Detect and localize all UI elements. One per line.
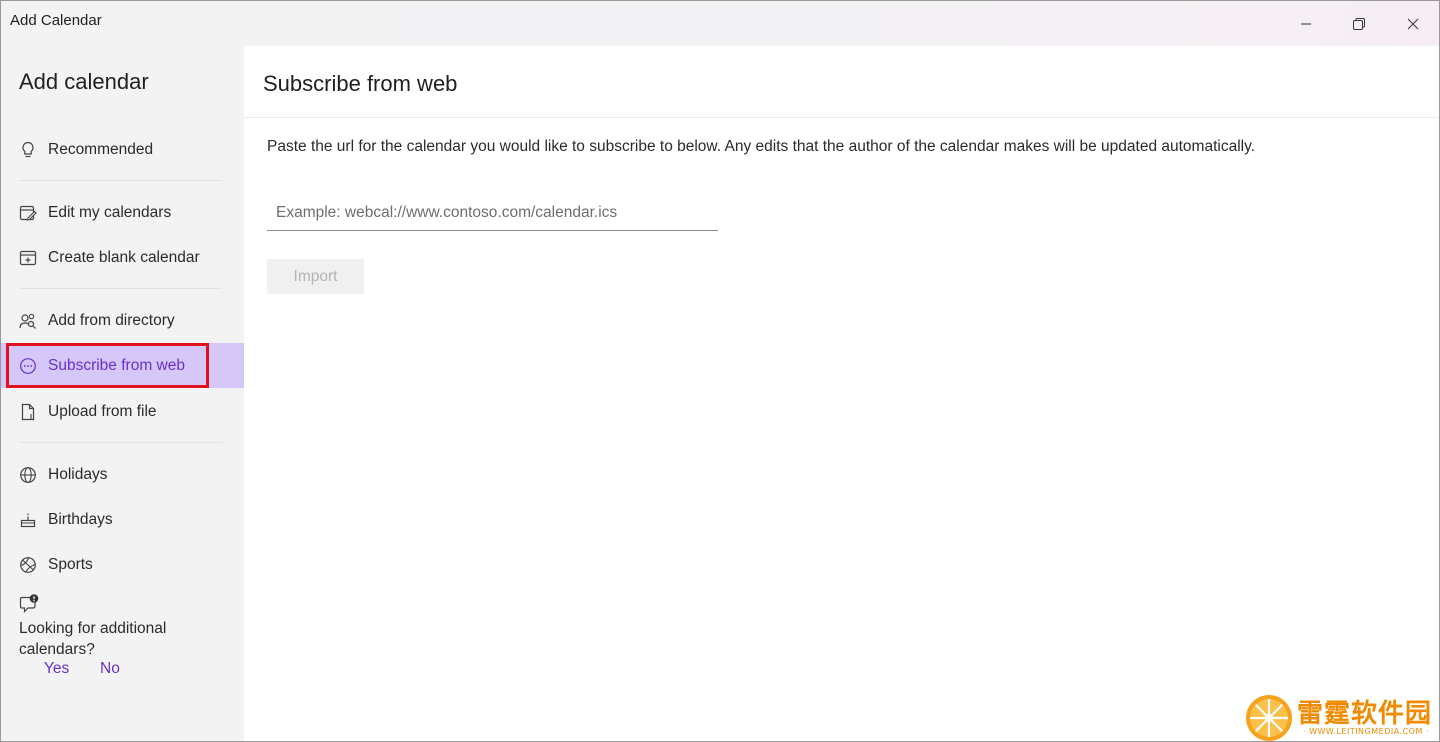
close-button[interactable] (1386, 1, 1439, 46)
watermark: 雷霆软件园 · WWW.LEITINGMEDIA.COM · (1241, 691, 1439, 741)
sidebar-item-label: Birthdays (48, 510, 113, 528)
sidebar-item-create-blank-calendar[interactable]: Create blank calendar (1, 235, 244, 280)
cake-icon (19, 511, 37, 529)
feedback-yes-link[interactable]: Yes (44, 660, 69, 678)
sidebar-item-recommended[interactable]: Recommended (1, 127, 244, 172)
sidebar-item-label: Create blank calendar (48, 248, 200, 266)
web-subscribe-icon (19, 357, 37, 375)
globe-icon (19, 466, 37, 484)
main-panel: Subscribe from web Paste the url for the… (244, 46, 1439, 741)
window-title: Add Calendar (10, 12, 102, 29)
watermark-text: 雷霆软件园 (1297, 699, 1433, 729)
restore-button[interactable] (1332, 1, 1386, 46)
lightbulb-icon (19, 141, 37, 159)
subscribe-description: Paste the url for the calendar you would… (267, 138, 1255, 155)
page-title: Subscribe from web (263, 71, 458, 96)
import-button[interactable]: Import (267, 259, 364, 294)
sidebar-item-edit-my-calendars[interactable]: Edit my calendars (1, 190, 244, 235)
sidebar-item-label: Edit my calendars (48, 203, 172, 221)
feedback-no-link[interactable]: No (100, 660, 120, 678)
sidebar-item-label: Subscribe from web (48, 356, 185, 374)
sidebar: Add calendar Recommended Edit my calenda… (1, 46, 244, 741)
document-icon (19, 403, 37, 421)
sidebar-heading: Add calendar (19, 69, 149, 94)
minimize-button[interactable] (1279, 1, 1333, 46)
people-search-icon (19, 312, 37, 330)
sidebar-item-label: Add from directory (48, 311, 175, 329)
sidebar-item-add-from-directory[interactable]: Add from directory (1, 298, 244, 343)
sidebar-item-label: Upload from file (48, 402, 157, 420)
sidebar-item-holidays[interactable]: Holidays (1, 452, 244, 497)
sidebar-item-sports[interactable]: Sports (1, 542, 244, 587)
title-bar: Add Calendar (1, 1, 1439, 46)
ball-icon (19, 556, 37, 574)
calendar-add-icon (19, 249, 37, 267)
feedback-question: Looking for additional calendars? (19, 620, 167, 658)
sidebar-item-label: Recommended (48, 140, 154, 158)
add-calendar-window: Add Calendar Add calendar Recommended Ed… (0, 0, 1440, 742)
minimize-icon (1301, 23, 1311, 24)
close-icon (1407, 18, 1419, 29)
watermark-logo (1246, 695, 1292, 741)
sidebar-item-label: Sports (48, 555, 93, 573)
divider (19, 180, 222, 181)
sidebar-item-subscribe-from-web[interactable]: Subscribe from web (1, 343, 244, 388)
divider (19, 288, 222, 289)
watermark-url: · WWW.LEITINGMEDIA.COM · (1303, 727, 1429, 736)
divider (19, 442, 222, 443)
sidebar-item-upload-from-file[interactable]: Upload from file (1, 389, 244, 434)
restore-icon (1353, 17, 1365, 30)
sidebar-item-birthdays[interactable]: Birthdays (1, 497, 244, 542)
edit-calendar-icon (19, 204, 37, 222)
feedback-icon (19, 594, 39, 613)
calendar-url-input[interactable] (267, 196, 718, 231)
main-header: Subscribe from web (244, 46, 1439, 118)
sidebar-item-label: Holidays (48, 465, 108, 483)
